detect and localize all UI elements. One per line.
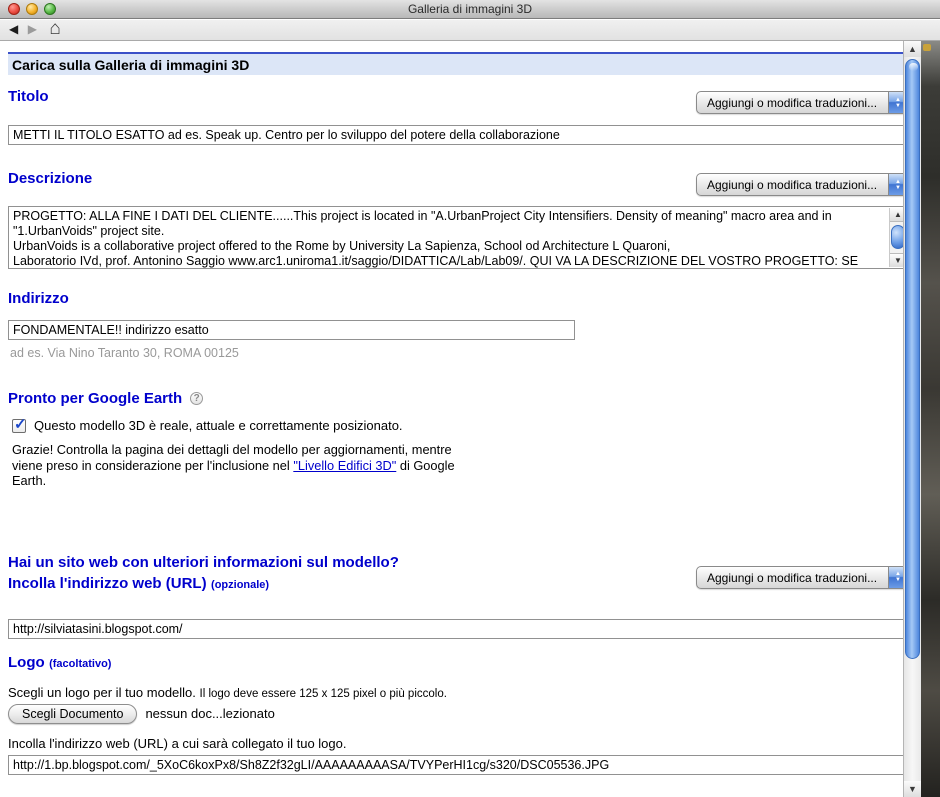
- scrollbar-thumb[interactable]: [905, 59, 920, 659]
- translations-dropdown-descrizione[interactable]: Aggiungi o modifica traduzioni... ▲ ▼: [696, 173, 905, 196]
- scrollbar-up-icon[interactable]: ▲: [904, 41, 921, 57]
- section-descrizione-header: Descrizione Aggiungi o modifica traduzio…: [8, 170, 905, 196]
- no-file-selected-label: nessun doc...lezionato: [145, 706, 274, 721]
- indirizzo-heading: Indirizzo: [8, 290, 905, 307]
- logo-optional-label: (facoltativo): [49, 658, 111, 670]
- translations-dropdown-website[interactable]: Aggiungi o modifica traduzioni... ▲ ▼: [696, 566, 905, 589]
- section-indirizzo-header: Indirizzo: [8, 290, 905, 307]
- desktop-background: [921, 41, 940, 797]
- section-logo-header: Logo (facoltativo): [8, 654, 905, 672]
- page-scrollbar[interactable]: ▲ ▼: [903, 41, 921, 797]
- home-icon[interactable]: ⌂: [49, 18, 60, 40]
- translations-dropdown-label: Aggiungi o modifica traduzioni...: [707, 571, 877, 585]
- description-textarea[interactable]: PROGETTO: ALLA FINE I DATI DEL CLIENTE..…: [8, 206, 905, 269]
- browser-toolbar: ◀ ▶ ⌂: [0, 20, 940, 41]
- logo-intro: Scegli un logo per il tuo modello.: [8, 685, 196, 700]
- section-website-header: Hai un sito web con ulteriori informazio…: [8, 552, 905, 597]
- choose-file-button[interactable]: Scegli Documento: [8, 704, 137, 724]
- website-heading-line2: Incolla l'indirizzo web (URL): [8, 575, 207, 592]
- stepper-down-icon: ▼: [895, 577, 901, 583]
- stepper-down-icon: ▼: [895, 185, 901, 191]
- real-world-checkbox[interactable]: ✓: [12, 419, 26, 433]
- back-icon[interactable]: ◀: [9, 22, 18, 36]
- description-text: PROGETTO: ALLA FINE I DATI DEL CLIENTE..…: [13, 209, 885, 268]
- logo-url-input[interactable]: [8, 755, 905, 775]
- logo-url-label: Incolla l'indirizzo web (URL) a cui sarà…: [8, 736, 905, 751]
- stepper-down-icon: ▼: [895, 103, 901, 109]
- section-titolo-header: Titolo Aggiungi o modifica traduzioni...…: [8, 88, 905, 114]
- desktop-icon-fragment: [923, 44, 931, 51]
- buildings-layer-link[interactable]: "Livello Edifici 3D": [293, 458, 396, 473]
- scrollbar-down-icon[interactable]: ▼: [904, 781, 921, 797]
- forward-icon[interactable]: ▶: [28, 22, 37, 36]
- checkbox-label: Questo modello 3D è reale, attuale e cor…: [34, 418, 403, 433]
- checkmark-icon: ✓: [14, 415, 27, 433]
- help-icon[interactable]: ?: [190, 392, 203, 405]
- translations-dropdown-label: Aggiungi o modifica traduzioni...: [707, 178, 877, 192]
- window-title: Galleria di immagini 3D: [0, 2, 940, 16]
- page-content: Carica sulla Galleria di immagini 3D Tit…: [0, 41, 905, 797]
- google-earth-heading: Pronto per Google Earth: [8, 390, 182, 407]
- page-title: Carica sulla Galleria di immagini 3D: [8, 52, 905, 75]
- translations-dropdown-label: Aggiungi o modifica traduzioni...: [707, 96, 877, 110]
- title-bar: Galleria di immagini 3D: [0, 0, 940, 19]
- website-optional-label: (opzionale): [211, 579, 269, 591]
- address-hint: ad es. Via Nino Taranto 30, ROMA 00125: [10, 346, 905, 360]
- google-earth-checkbox-row: ✓ Questo modello 3D è reale, attuale e c…: [12, 419, 905, 433]
- browser-window: Galleria di immagini 3D ◀ ▶ ⌂ Carica sul…: [0, 0, 940, 797]
- address-input[interactable]: [8, 320, 575, 340]
- section-google-earth-header: Pronto per Google Earth?: [8, 390, 905, 408]
- logo-size-hint: Il logo deve essere 125 x 125 pixel o pi…: [200, 688, 447, 700]
- logo-heading: Logo: [8, 654, 45, 671]
- logo-intro-line: Scegli un logo per il tuo modello. Il lo…: [8, 685, 905, 700]
- website-url-input[interactable]: [8, 619, 905, 639]
- logo-file-row: Scegli Documento nessun doc...lezionato: [8, 704, 905, 724]
- title-input[interactable]: [8, 125, 905, 145]
- google-earth-note: Grazie! Controlla la pagina dei dettagli…: [12, 442, 482, 489]
- translations-dropdown-titolo[interactable]: Aggiungi o modifica traduzioni... ▲ ▼: [696, 91, 905, 114]
